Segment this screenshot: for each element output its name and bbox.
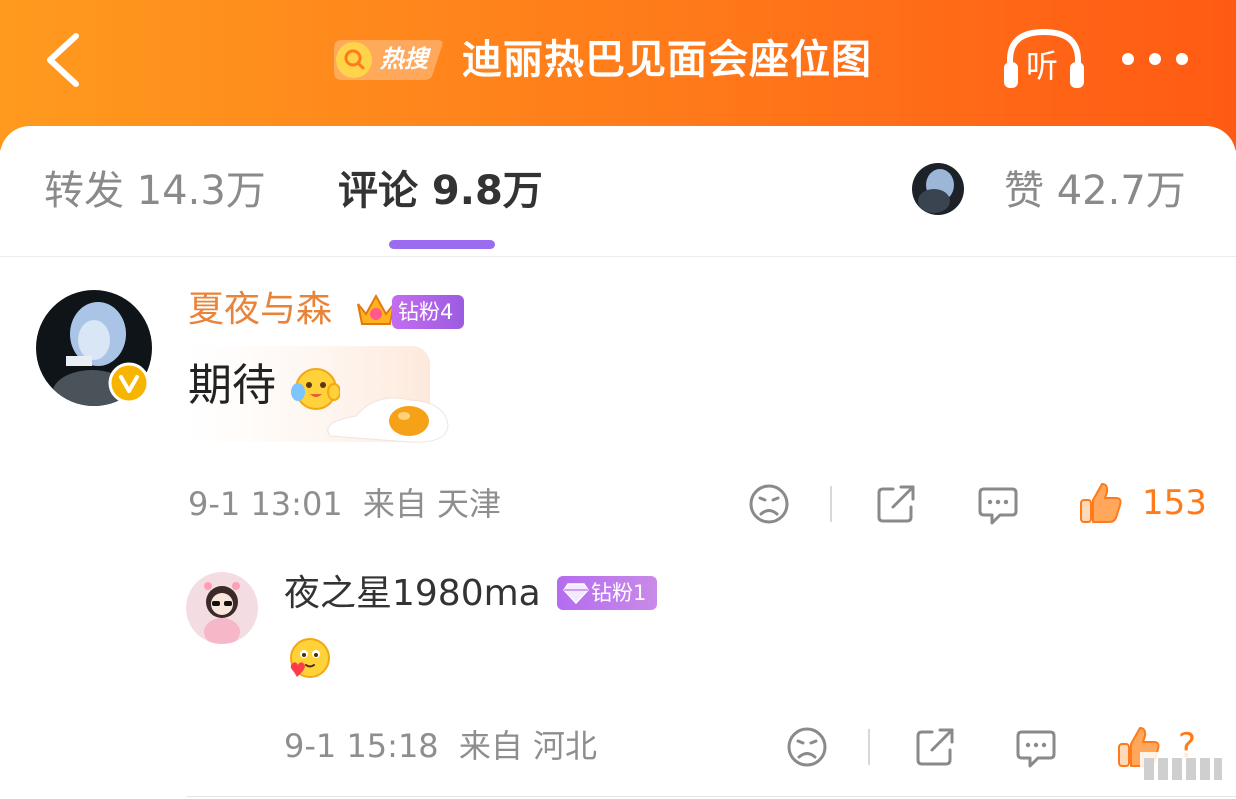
- comment-timestamp: 9-1 13:01: [188, 485, 343, 523]
- reply-meta: 9-1 15:18 来自 河北: [284, 724, 597, 768]
- fan-level-badge[interactable]: 钻粉4: [392, 295, 464, 329]
- reply-username[interactable]: 夜之星1980ma: [284, 570, 541, 618]
- thumbs-up-icon[interactable]: [1078, 480, 1124, 526]
- diamond-icon: [563, 583, 589, 604]
- action-separator: [830, 486, 832, 522]
- tabs-divider: [0, 256, 1236, 257]
- hot-search-badge[interactable]: 热搜: [332, 36, 444, 82]
- dislike-face-icon[interactable]: [748, 483, 790, 525]
- reply-avatar[interactable]: [186, 572, 258, 644]
- active-tab-indicator: [389, 240, 495, 249]
- tab-likes[interactable]: 赞 42.7万: [1004, 166, 1186, 216]
- shy-heart-emoji-icon: [290, 638, 330, 678]
- comment-like-count: 153: [1142, 483, 1207, 523]
- share-icon[interactable]: [875, 483, 917, 525]
- tab-comments[interactable]: 评论 9.8万: [338, 166, 543, 216]
- verified-v-icon: [108, 362, 150, 404]
- comment-icon[interactable]: [976, 483, 1020, 527]
- share-icon[interactable]: [914, 726, 956, 768]
- watermark-icon: [1140, 752, 1226, 786]
- more-icon[interactable]: [1118, 44, 1192, 74]
- comment-icon[interactable]: [1014, 726, 1058, 770]
- reply-fan-badge[interactable]: 钻粉1: [557, 576, 657, 610]
- listen-label: 听: [1026, 47, 1059, 85]
- action-separator: [868, 729, 870, 765]
- back-arrow-icon[interactable]: [38, 30, 98, 90]
- comment-location: 来自 天津: [362, 485, 502, 523]
- page-title: 迪丽热巴见面会座位图: [462, 37, 872, 83]
- hug-emoji-icon: [291, 368, 340, 410]
- comment-meta: 9-1 13:01 来自 天津: [188, 482, 501, 526]
- reply-timestamp: 9-1 15:18: [284, 727, 439, 765]
- content-panel: [0, 126, 1236, 799]
- listen-button[interactable]: 听: [1000, 26, 1088, 92]
- liker-avatar[interactable]: [912, 163, 964, 215]
- bottom-divider: [186, 796, 1236, 797]
- tab-reposts[interactable]: 转发 14.3万: [44, 166, 266, 216]
- comment-username[interactable]: 夏夜与森: [188, 286, 332, 334]
- comment-text: 期待: [188, 360, 276, 411]
- hot-badge-label: 热搜: [380, 45, 428, 73]
- reply-location: 来自 河北: [458, 727, 598, 765]
- dislike-face-icon[interactable]: [786, 726, 828, 768]
